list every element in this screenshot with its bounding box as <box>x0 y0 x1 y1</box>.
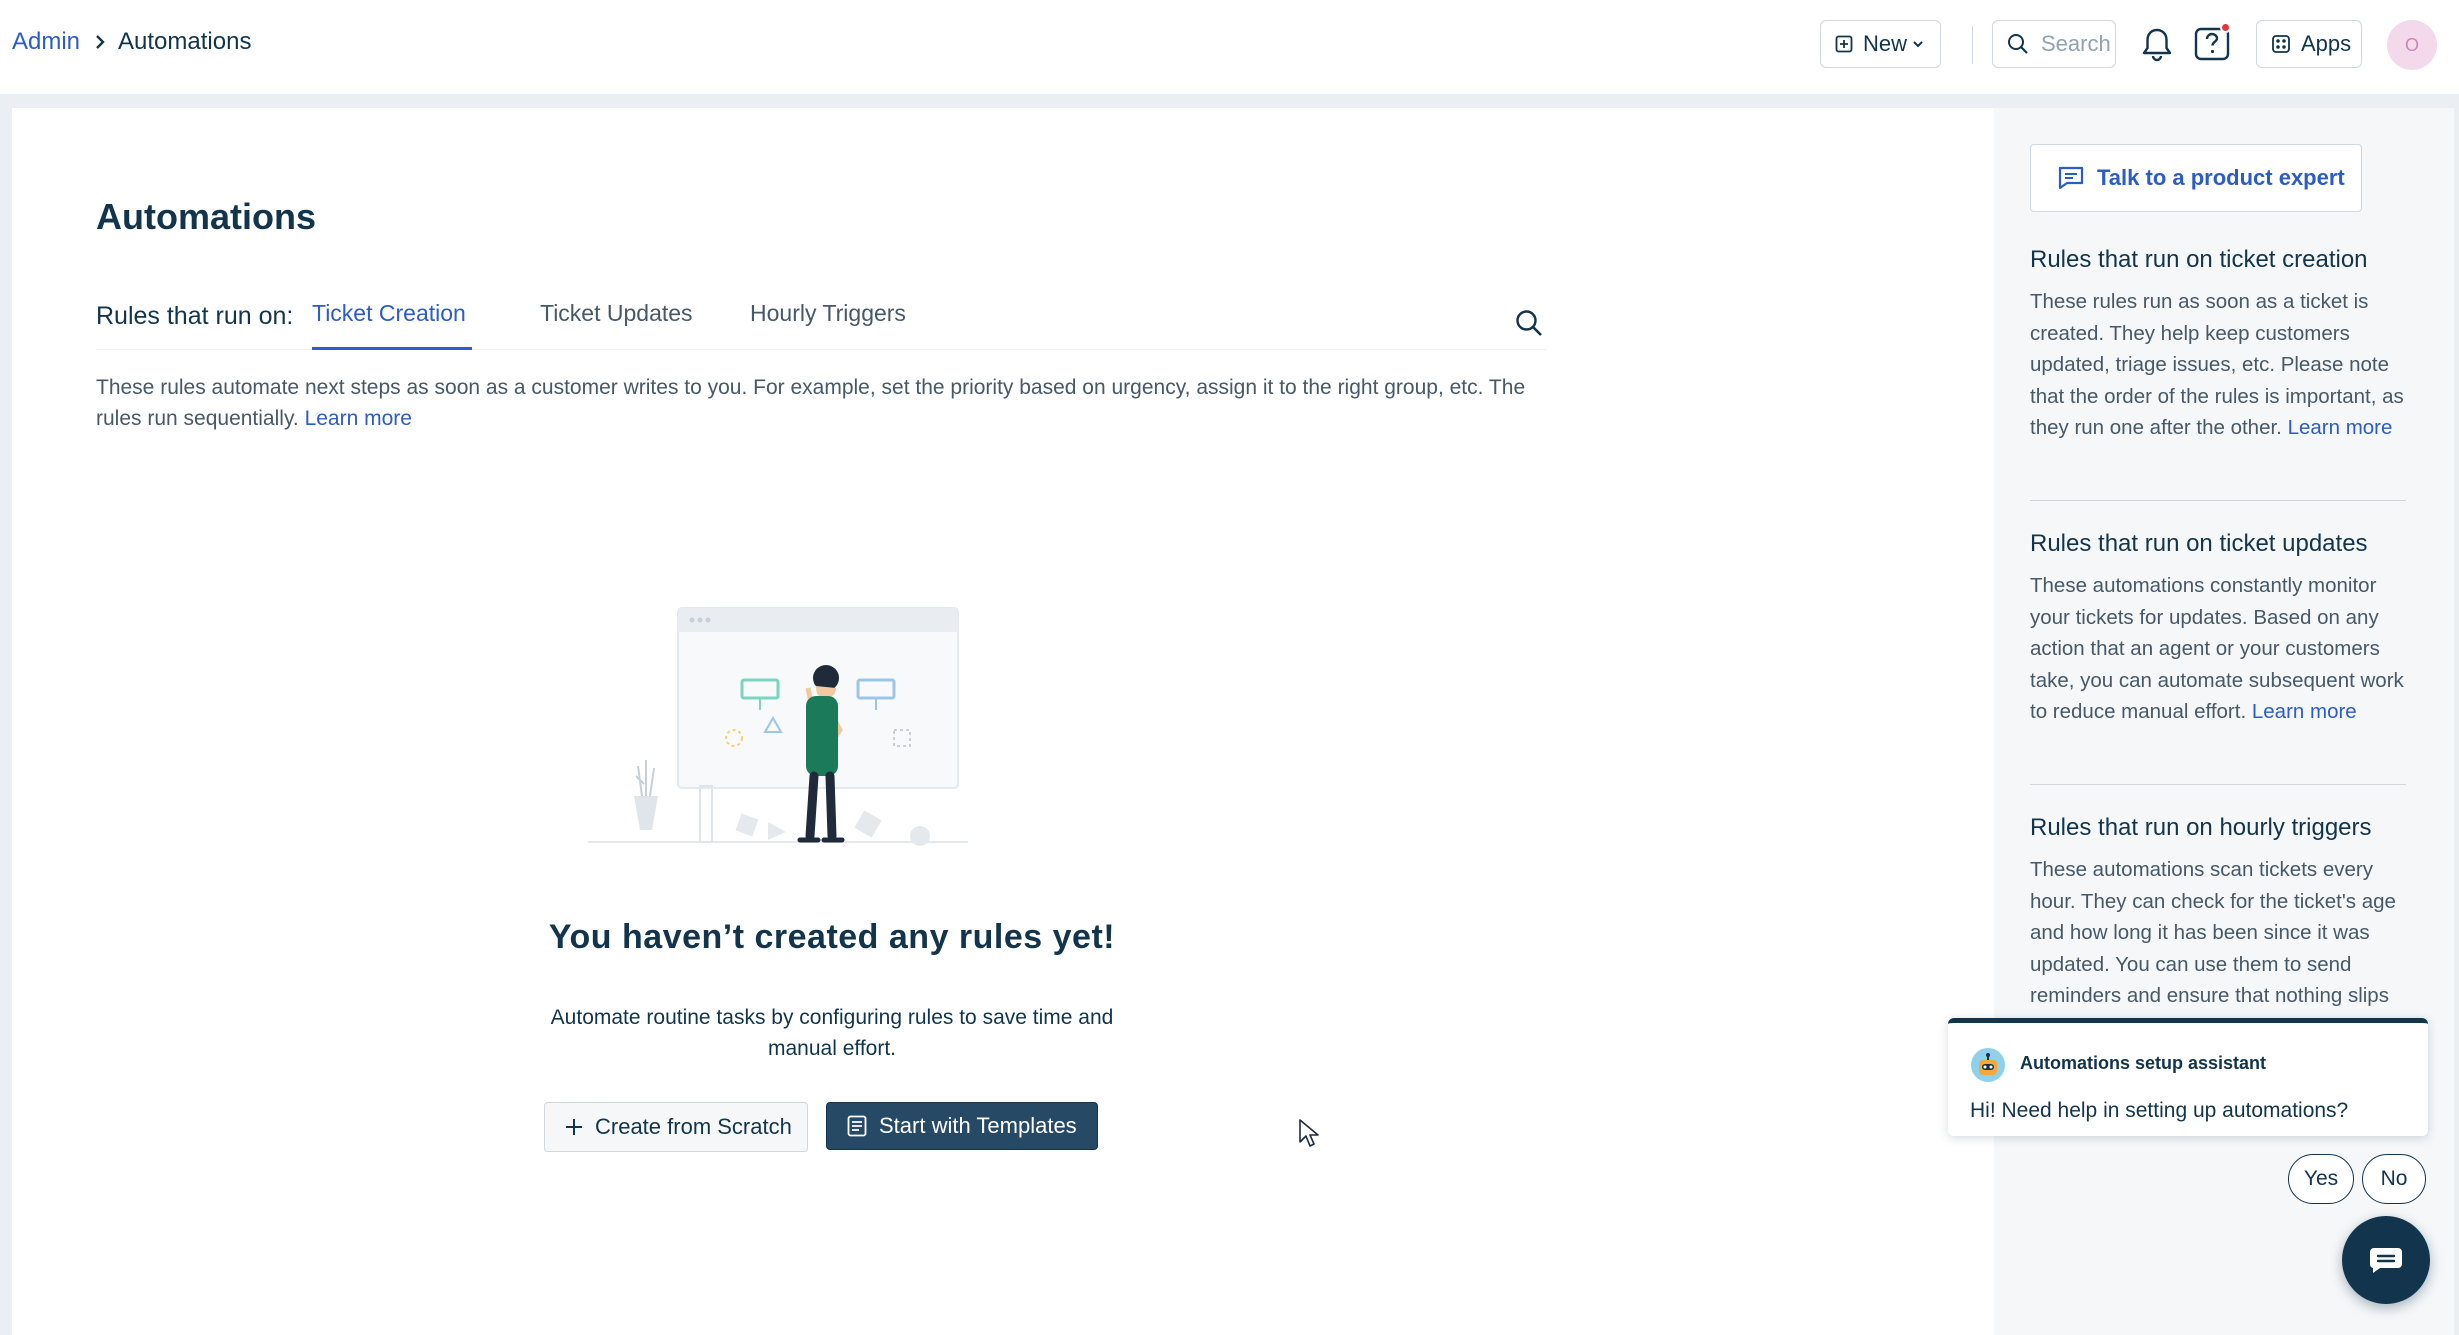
chat-yes-button[interactable]: Yes <box>2288 1154 2354 1204</box>
rules-tabs: Rules that run on: Ticket Creation Ticke… <box>96 288 1546 350</box>
apps-button[interactable]: Apps <box>2256 20 2362 68</box>
assistant-message: Hi! Need help in setting up automations? <box>1970 1099 2349 1122</box>
plus-icon <box>565 1118 583 1136</box>
chevron-down-icon <box>1911 37 1925 51</box>
tab-ticket-creation[interactable]: Ticket Creation <box>312 300 472 350</box>
header-divider <box>1972 26 1973 64</box>
user-avatar[interactable]: O <box>2387 20 2437 70</box>
tab-ticket-updates[interactable]: Ticket Updates <box>540 300 693 350</box>
chat-launcher-button[interactable] <box>2342 1216 2430 1304</box>
bell-icon[interactable] <box>2140 26 2174 64</box>
apps-icon <box>2271 34 2291 54</box>
create-from-scratch-label: Create from Scratch <box>595 1114 792 1139</box>
new-button[interactable]: New <box>1820 20 1941 68</box>
learn-more-link[interactable]: Learn more <box>2288 416 2393 439</box>
search-icon[interactable] <box>1514 308 1544 338</box>
learn-more-link[interactable]: Learn more <box>2252 700 2357 723</box>
apps-button-label: Apps <box>2301 31 2352 56</box>
help-section-ticket-updates: Rules that run on ticket updates These a… <box>2030 530 2408 728</box>
chevron-right-icon <box>94 34 106 50</box>
main-content: Automations Rules that run on: Ticket Cr… <box>12 108 1994 1335</box>
chat-no-button[interactable]: No <box>2362 1154 2426 1204</box>
page-title: Automations <box>96 196 316 237</box>
create-from-scratch-button[interactable]: Create from Scratch <box>544 1102 808 1152</box>
learn-more-link[interactable]: Learn more <box>305 407 412 430</box>
help-section-body: These automations constantly monitor you… <box>2030 570 2408 728</box>
talk-to-expert-button[interactable]: Talk to a product expert <box>2030 144 2362 212</box>
chat-launcher-icon <box>2368 1245 2404 1275</box>
global-search-button[interactable]: Search <box>1992 20 2116 68</box>
breadcrumb-admin-link[interactable]: Admin <box>12 28 80 56</box>
talk-to-expert-label: Talk to a product expert <box>2097 165 2345 190</box>
search-placeholder: Search <box>2041 31 2111 56</box>
empty-state-illustration <box>568 586 988 886</box>
breadcrumb-current: Automations <box>118 28 252 55</box>
new-button-label: New <box>1863 31 1908 56</box>
empty-state-title: You haven’t created any rules yet! <box>548 918 1116 956</box>
start-with-templates-button[interactable]: Start with Templates <box>826 1102 1098 1150</box>
new-icon <box>1835 35 1853 53</box>
assistant-name: Automations setup assistant <box>2020 1053 2267 1073</box>
notification-dot <box>2220 22 2231 33</box>
assistant-chat-card: Automations setup assistant Hi! Need hel… <box>1948 1018 2428 1136</box>
help-side-panel: Talk to a product expert Rules that run … <box>1994 108 2454 1335</box>
help-section-ticket-creation: Rules that run on ticket creation These … <box>2030 246 2408 444</box>
tabs-label: Rules that run on: <box>96 302 294 330</box>
help-section-body: These automations scan tickets every hou… <box>2030 858 2396 1007</box>
section-divider <box>2030 500 2406 501</box>
section-divider <box>2030 784 2406 785</box>
empty-state-subtitle: Automate routine tasks by configuring ru… <box>550 1006 1114 1060</box>
page-scrollbar[interactable] <box>2454 94 2459 1335</box>
help-section-title: Rules that run on ticket updates <box>2030 530 2368 557</box>
help-section-body: These rules run as soon as a ticket is c… <box>2030 286 2408 444</box>
chat-bubble-icon <box>2057 165 2085 191</box>
breadcrumb: Admin Automations <box>12 28 251 56</box>
tab-description: These rules automate next steps as soon … <box>96 372 1556 434</box>
top-header: Admin Automations New Search Apps O <box>0 0 2459 94</box>
help-section-hourly-triggers: Rules that run on hourly triggers These … <box>2030 814 2408 1012</box>
help-section-title: Rules that run on hourly triggers <box>2030 814 2372 841</box>
tab-hourly-triggers[interactable]: Hourly Triggers <box>750 300 906 350</box>
mouse-cursor-icon <box>1298 1118 1320 1148</box>
bot-avatar-icon <box>1970 1047 2006 1083</box>
template-icon <box>847 1115 867 1137</box>
help-section-title: Rules that run on ticket creation <box>2030 246 2368 273</box>
start-with-templates-label: Start with Templates <box>879 1113 1077 1138</box>
search-icon <box>2007 33 2029 55</box>
